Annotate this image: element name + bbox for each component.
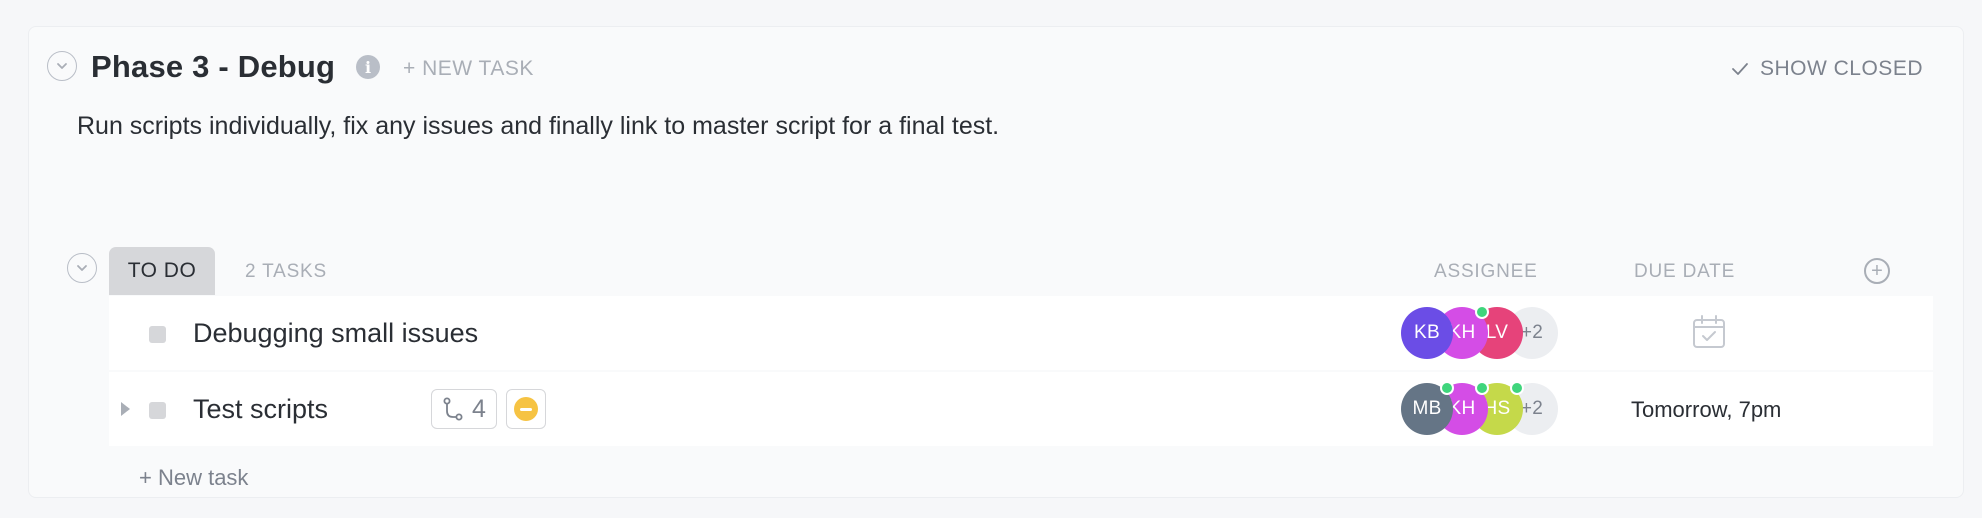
new-task-button[interactable]: + New task bbox=[139, 465, 248, 491]
subtask-icon bbox=[443, 397, 463, 421]
assignee-stack[interactable]: +2 LV KH KB bbox=[1401, 305, 1571, 361]
online-status-dot bbox=[1510, 381, 1524, 395]
chevron-down-icon bbox=[57, 63, 67, 69]
list-title[interactable]: Phase 3 - Debug bbox=[91, 49, 335, 85]
calendar-icon[interactable] bbox=[1692, 314, 1726, 350]
show-closed-button[interactable]: SHOW CLOSED bbox=[1730, 57, 1923, 81]
task-row[interactable]: Test scripts 4 +2 HS KH MB Tomorrow, 7pm bbox=[109, 372, 1933, 446]
task-name[interactable]: Test scripts bbox=[193, 394, 328, 425]
task-name[interactable]: Debugging small issues bbox=[193, 318, 478, 349]
column-header-due-date[interactable]: DUE DATE bbox=[1634, 261, 1735, 283]
checkmark-icon bbox=[1732, 63, 1748, 75]
due-date[interactable]: Tomorrow, 7pm bbox=[1631, 397, 1781, 423]
task-row[interactable]: Debugging small issues +2 LV KH KB bbox=[109, 296, 1933, 370]
column-header-assignee[interactable]: ASSIGNEE bbox=[1434, 261, 1538, 283]
task-status-checkbox[interactable] bbox=[149, 402, 166, 419]
chevron-down-icon bbox=[77, 265, 87, 271]
list-description: Run scripts individually, fix any issues… bbox=[77, 112, 1000, 140]
new-task-header-button[interactable]: + NEW TASK bbox=[403, 57, 534, 81]
subtask-count: 4 bbox=[472, 394, 486, 423]
collapse-group-toggle[interactable] bbox=[67, 253, 97, 283]
avatar-initials: KB bbox=[1414, 322, 1440, 343]
expand-subtasks-icon[interactable] bbox=[121, 402, 130, 416]
online-status-dot bbox=[1475, 381, 1489, 395]
status-group-label[interactable]: TO DO bbox=[109, 247, 215, 295]
online-status-dot bbox=[1475, 305, 1489, 319]
task-status-checkbox[interactable] bbox=[149, 326, 166, 343]
subtask-count-badge[interactable]: 4 bbox=[431, 389, 497, 429]
avatar-initials: MB bbox=[1412, 398, 1442, 419]
collapse-list-toggle[interactable] bbox=[47, 51, 77, 81]
priority-normal-icon bbox=[514, 397, 538, 421]
task-count: 2 TASKS bbox=[245, 261, 327, 282]
avatar-initials: LV bbox=[1485, 322, 1509, 343]
show-closed-label: SHOW CLOSED bbox=[1759, 57, 1923, 80]
info-icon[interactable]: i bbox=[356, 55, 380, 79]
priority-flag[interactable] bbox=[506, 389, 546, 429]
online-status-dot bbox=[1440, 381, 1454, 395]
add-column-icon[interactable]: + bbox=[1864, 258, 1890, 284]
avatar[interactable]: MB bbox=[1401, 381, 1454, 435]
assignee-stack[interactable]: +2 HS KH MB bbox=[1401, 381, 1571, 437]
list-card: Phase 3 - Debug i + NEW TASK SHOW CLOSED… bbox=[28, 26, 1964, 498]
avatar[interactable]: KB bbox=[1401, 307, 1453, 359]
